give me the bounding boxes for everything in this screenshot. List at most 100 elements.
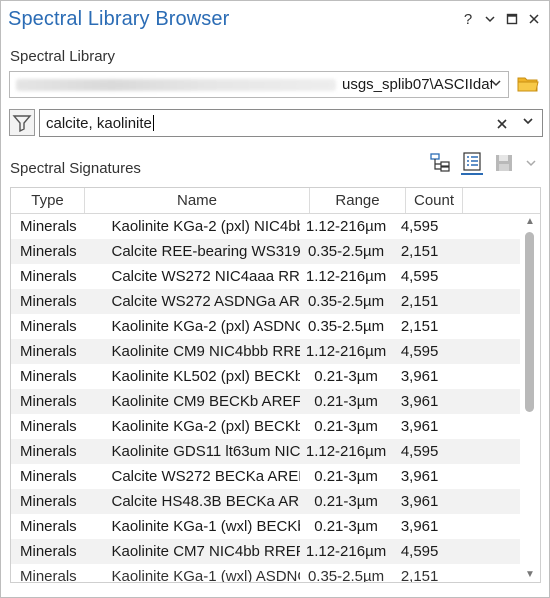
table-row[interactable]: Minerals Kaolinite CM7 NIC4bb RREF 1.12-21… <box>11 539 521 564</box>
cell-range: 0.21-3µm <box>314 393 378 410</box>
cell-name: Kaolinite CM9 BECKb AREF <box>111 393 300 410</box>
cell-name: Kaolinite KGa-2 (pxl) ASDNG <box>111 318 300 335</box>
cell-count: 3,961 <box>400 393 439 410</box>
search-input[interactable]: calcite, kaolinite <box>39 109 543 137</box>
cell-count: 2,151 <box>400 293 439 310</box>
table-row[interactable]: Minerals Calcite REE-bearing WS319a 0.35-2… <box>11 239 521 264</box>
table-row[interactable]: Minerals Kaolinite KGa-2 (pxl) NIC4bb 1.12… <box>11 214 521 239</box>
cell-count: 2,151 <box>400 243 439 260</box>
spectral-library-label: Spectral Library <box>10 48 116 65</box>
cell-type: Minerals <box>20 393 77 410</box>
scroll-thumb[interactable] <box>525 232 534 412</box>
search-value: calcite, kaolinite <box>46 115 154 132</box>
clear-search-icon[interactable] <box>496 114 508 134</box>
chevron-down-icon[interactable] <box>483 12 497 28</box>
table-row[interactable]: Minerals Calcite HS48.3B BECKa AREF 0.21-3… <box>11 489 521 514</box>
column-header-type[interactable]: Type <box>11 188 85 213</box>
cell-type: Minerals <box>20 293 77 310</box>
table-row[interactable]: Minerals Calcite WS272 BECKa AREF 0.21-3µm… <box>11 464 521 489</box>
cell-type: Minerals <box>20 343 77 360</box>
table-row[interactable]: Minerals Calcite WS272 ASDNGa AREF 0.35-2.… <box>11 289 521 314</box>
signatures-table: Type Name Range Count Minerals Kaolinite … <box>10 187 541 583</box>
cell-count: 3,961 <box>400 468 439 485</box>
cell-range: 0.21-3µm <box>314 368 378 385</box>
tree-view-button[interactable] <box>429 152 451 174</box>
library-path-dropdown[interactable]: usgs_splib07\ASCIIdata <box>9 71 509 98</box>
cell-type: Minerals <box>20 468 77 485</box>
table-row[interactable]: Minerals Kaolinite KGa-2 (pxl) ASDNG 0.35-… <box>11 314 521 339</box>
table-header: Type Name Range Count <box>11 188 540 214</box>
cell-count: 4,595 <box>400 218 439 235</box>
cell-filler <box>447 264 521 289</box>
cell-range: 0.35-2.5µm <box>307 568 385 583</box>
filter-button[interactable] <box>9 109 35 136</box>
cell-range: 1.12-216µm <box>305 268 387 285</box>
spectral-signatures-label: Spectral Signatures <box>10 160 141 177</box>
cell-name: Calcite WS272 BECKa AREF <box>111 468 300 485</box>
chevron-down-icon[interactable] <box>490 77 502 92</box>
cell-filler <box>447 239 521 264</box>
cell-filler <box>447 314 521 339</box>
cell-type: Minerals <box>20 318 77 335</box>
column-header-count[interactable]: Count <box>406 188 463 213</box>
cell-range: 1.12-216µm <box>305 443 387 460</box>
column-header-range[interactable]: Range <box>310 188 406 213</box>
save-button[interactable] <box>493 152 515 174</box>
cell-filler <box>447 339 521 364</box>
vertical-scrollbar[interactable]: ▲ ▼ <box>520 214 540 582</box>
cell-name: Kaolinite KGa-1 (wxl) ASDNG <box>111 568 300 583</box>
save-icon <box>496 155 512 171</box>
cell-filler <box>447 289 521 314</box>
cell-type: Minerals <box>20 543 77 560</box>
cell-name: Calcite HS48.3B BECKa AREF <box>111 493 300 510</box>
cell-type: Minerals <box>20 218 77 235</box>
chevron-down-icon[interactable] <box>522 115 534 130</box>
cell-count: 4,595 <box>400 268 439 285</box>
cell-type: Minerals <box>20 268 77 285</box>
library-path-text: usgs_splib07\ASCIIdata <box>342 76 492 93</box>
close-icon[interactable] <box>527 12 541 28</box>
maximize-icon[interactable] <box>505 12 519 28</box>
scroll-up-icon[interactable]: ▲ <box>525 216 535 227</box>
cell-range: 0.21-3µm <box>314 418 378 435</box>
cell-type: Minerals <box>20 568 77 583</box>
table-row[interactable]: Minerals Kaolinite KGa-1 (wxl) ASDNG 0.35-… <box>11 564 521 583</box>
browse-folder-button[interactable] <box>517 74 539 94</box>
cell-filler <box>447 464 521 489</box>
cell-range: 1.12-216µm <box>305 218 387 235</box>
column-header-name[interactable]: Name <box>85 188 310 213</box>
table-row[interactable]: Minerals Calcite WS272 NIC4aaa RREF 1.12-2… <box>11 264 521 289</box>
scroll-down-icon[interactable]: ▼ <box>525 569 535 580</box>
table-row[interactable]: Minerals Kaolinite CM9 BECKb AREF 0.21-3µm… <box>11 389 521 414</box>
cell-name: Kaolinite CM7 NIC4bb RREF <box>111 543 300 560</box>
cell-count: 2,151 <box>400 318 439 335</box>
cell-name: Calcite WS272 ASDNGa AREF <box>111 293 300 310</box>
table-row[interactable]: Minerals Kaolinite KGa-1 (wxl) BECKb 0.21-… <box>11 514 521 539</box>
table-row[interactable]: Minerals Kaolinite KGa-2 (pxl) BECKb 0.21-… <box>11 414 521 439</box>
list-view-button[interactable] <box>461 151 483 175</box>
cell-range: 1.12-216µm <box>305 343 387 360</box>
cell-count: 4,595 <box>400 543 439 560</box>
cell-name: Calcite WS272 NIC4aaa RREF <box>111 268 300 285</box>
cell-count: 3,961 <box>400 518 439 535</box>
cell-name: Kaolinite KGa-2 (pxl) NIC4bb <box>111 218 300 235</box>
cell-range: 0.21-3µm <box>314 518 378 535</box>
cell-range: 0.35-2.5µm <box>307 293 385 310</box>
cell-filler <box>447 539 521 564</box>
spectral-library-browser-pane: Spectral Library Browser ? Spectral Libr… <box>0 0 550 598</box>
title-bar: Spectral Library Browser ? <box>1 1 549 41</box>
help-icon[interactable]: ? <box>461 11 475 28</box>
cell-type: Minerals <box>20 493 77 510</box>
cell-name: Calcite REE-bearing WS319a <box>111 243 300 260</box>
table-body: Minerals Kaolinite KGa-2 (pxl) NIC4bb 1.12… <box>11 214 521 583</box>
table-row[interactable]: Minerals Kaolinite GDS11 lt63um NIC4 1.12-… <box>11 439 521 464</box>
cell-filler <box>447 564 521 582</box>
column-header-filler <box>463 188 540 213</box>
table-row[interactable]: Minerals Kaolinite KL502 (pxl) BECKb 0.21-… <box>11 364 521 389</box>
cell-count: 3,961 <box>400 493 439 510</box>
cell-type: Minerals <box>20 243 77 260</box>
table-row[interactable]: Minerals Kaolinite CM9 NIC4bbb RREF 1.12-2… <box>11 339 521 364</box>
cell-name: Kaolinite CM9 NIC4bbb RREF <box>111 343 300 360</box>
filter-icon <box>12 115 32 133</box>
chevron-down-icon[interactable] <box>525 152 539 174</box>
